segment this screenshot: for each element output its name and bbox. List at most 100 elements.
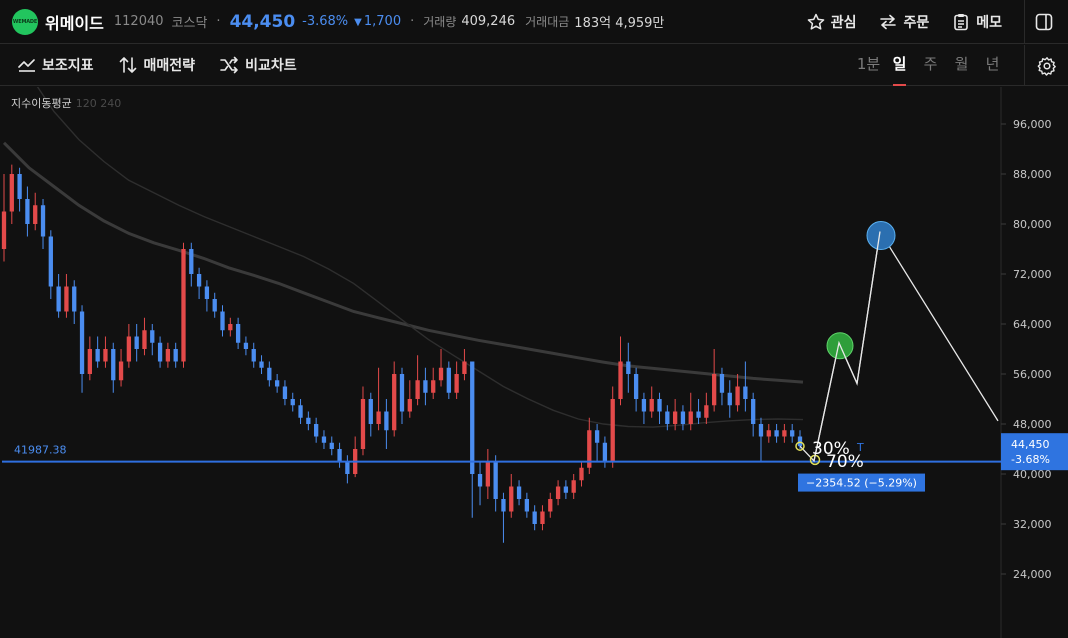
candle-body xyxy=(259,361,264,368)
candle-body xyxy=(392,374,397,431)
candle-body xyxy=(696,411,701,418)
candle-body xyxy=(306,417,311,424)
period-tabs: 1분 일 주 월 년 xyxy=(853,45,1008,86)
current-price: 44,450 xyxy=(229,11,296,32)
candle-body xyxy=(594,430,600,443)
volume-label: 거래량 xyxy=(423,15,457,29)
candle-body xyxy=(118,361,124,381)
indicators-button[interactable]: 보조지표 xyxy=(18,55,94,75)
separator-dot: · xyxy=(216,14,221,29)
candlesticks xyxy=(1,164,803,543)
candle-body xyxy=(501,499,506,512)
strategy-button[interactable]: 매매전략 xyxy=(118,55,196,75)
candle-body xyxy=(532,511,537,524)
period-tab-month[interactable]: 월 xyxy=(946,45,977,86)
candle-body xyxy=(602,442,608,462)
company-logo: WEMADE xyxy=(12,8,38,35)
candle-body xyxy=(524,499,530,512)
candle-body xyxy=(321,436,327,443)
order-button[interactable]: 주문 xyxy=(878,12,929,32)
strategy-label: 매매전략 xyxy=(143,58,196,74)
text-tool-marker: T xyxy=(856,441,864,454)
y-tick-label: 96,000 xyxy=(1013,118,1052,131)
measure-label: −2354.52 (−5.29%) xyxy=(806,477,917,490)
candle-body xyxy=(228,324,233,331)
period-tab-minute[interactable]: 1분 xyxy=(853,45,884,86)
ma-legend-title: 지수이동평균 xyxy=(11,97,72,110)
y-tick-label: 56,000 xyxy=(1013,368,1052,381)
candle-body xyxy=(493,461,498,499)
candle-body xyxy=(626,361,631,374)
candle-body xyxy=(579,467,584,481)
candle-body xyxy=(33,205,38,224)
candle-body xyxy=(196,274,202,287)
order-label: 주문 xyxy=(903,15,930,31)
period-tab-week[interactable]: 주 xyxy=(915,45,946,86)
candle-body xyxy=(189,249,194,274)
memo-button[interactable]: 메모 xyxy=(951,12,1002,32)
current-price-tag-value: 44,450 xyxy=(1011,438,1050,451)
y-tick-label: 88,000 xyxy=(1013,168,1052,181)
y-tick-label: 24,000 xyxy=(1013,568,1052,581)
candle-body xyxy=(610,399,615,462)
candle-body xyxy=(290,399,295,406)
candle-body xyxy=(782,430,787,437)
candle-body xyxy=(672,411,678,424)
candle-body xyxy=(774,430,779,437)
fib-label-70: 70% xyxy=(826,452,864,472)
turnover-value: 183억 4,959만 xyxy=(574,16,665,31)
candle-body xyxy=(134,336,139,349)
y-tick-label: 64,000 xyxy=(1013,318,1052,331)
candle-body xyxy=(712,374,717,406)
candle-body xyxy=(735,386,740,406)
candle-body xyxy=(540,511,545,524)
stock-code: 112040 xyxy=(113,14,164,29)
candle-body xyxy=(345,461,350,474)
candle-body xyxy=(368,399,373,424)
price-chart[interactable]: 96,000 88,000 80,000 72,000 64,000 56,000 48,0… xyxy=(0,87,1068,638)
candle-body xyxy=(563,486,569,493)
indicator-icon xyxy=(18,59,35,72)
candle-body xyxy=(56,286,61,312)
candle-body xyxy=(72,286,77,312)
candle-body xyxy=(181,249,186,362)
y-tick-label: 72,000 xyxy=(1013,268,1052,281)
shuffle-icon xyxy=(220,56,238,74)
candle-body xyxy=(415,380,420,399)
candle-body xyxy=(314,424,319,437)
clipboard-icon xyxy=(954,14,969,31)
candle-body xyxy=(548,499,553,512)
y-tick-label: 80,000 xyxy=(1013,218,1052,231)
ma-legend: 지수이동평균 120 240 xyxy=(11,95,121,111)
candle-body xyxy=(1,211,7,249)
candle-body xyxy=(204,286,210,299)
separator-dot: · xyxy=(410,14,415,29)
candle-body xyxy=(298,405,303,418)
candle-body xyxy=(87,349,92,374)
swap-arrows-icon xyxy=(880,14,897,30)
candle-body xyxy=(766,430,771,437)
candle-body xyxy=(509,486,514,512)
side-panel-toggle[interactable] xyxy=(1024,0,1068,44)
candle-body xyxy=(477,474,483,487)
candle-body xyxy=(243,342,249,349)
chart-canvas[interactable]: 96,000 88,000 80,000 72,000 64,000 56,000 48,0… xyxy=(0,87,1068,638)
watchlist-button[interactable]: 관심 xyxy=(806,12,856,32)
candle-body xyxy=(17,174,22,199)
candle-body xyxy=(446,367,451,393)
candle-body xyxy=(649,399,654,412)
support-line-label: 41987.38 xyxy=(14,444,67,457)
chart-settings-button[interactable] xyxy=(1024,45,1068,86)
stock-header: WEMADE 위메이드 112040 코스닥 · 44,450 -3.68% ▼… xyxy=(0,0,1068,44)
compare-button[interactable]: 비교차트 xyxy=(219,55,297,75)
candle-body xyxy=(126,336,132,362)
period-tab-year[interactable]: 년 xyxy=(977,45,1008,86)
candle-body xyxy=(680,411,686,424)
candle-body xyxy=(797,436,803,447)
candle-body xyxy=(9,174,14,212)
candle-body xyxy=(40,205,46,237)
candle-body xyxy=(142,330,147,349)
current-price-tag-change: -3.68% xyxy=(1011,453,1050,466)
candle-body xyxy=(79,311,85,374)
period-tab-day[interactable]: 일 xyxy=(884,45,915,86)
